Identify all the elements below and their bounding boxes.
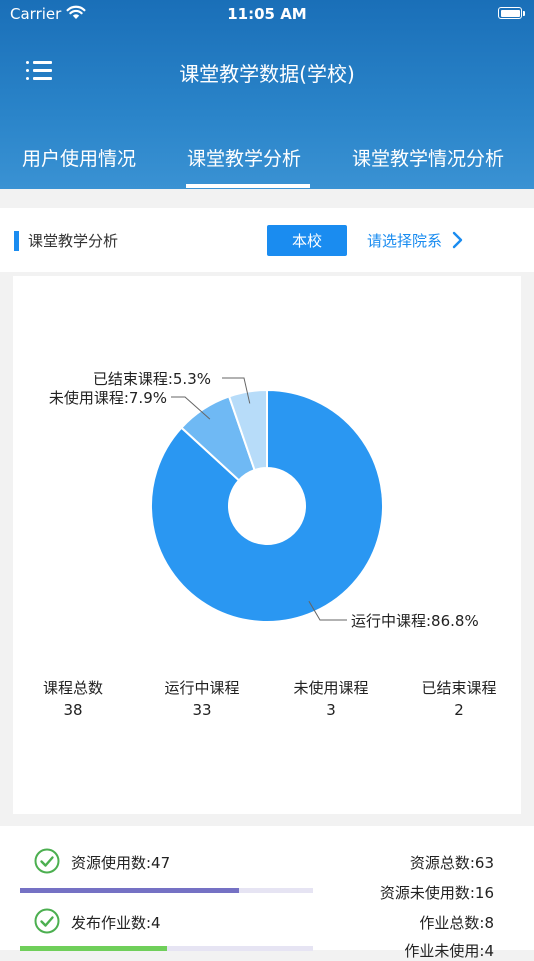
check-circle-icon (34, 908, 60, 938)
course-donut-chart: 运行中课程:86.8% 未使用课程:7.9%已结束课程:5.3% (49, 370, 479, 630)
resource-progress-bar (20, 888, 313, 893)
section-title: 课堂教学分析 (28, 232, 119, 250)
tab-user-usage[interactable]: 用户使用情况 (22, 144, 136, 171)
stat-running-courses: 运行中课程 33 (137, 677, 267, 719)
tab-classroom-situation[interactable]: 课堂教学情况分析 (352, 144, 504, 171)
homework-progress-fill (20, 946, 167, 951)
homework-progress-bar (20, 946, 313, 951)
slice-label: 运行中课程:86.8% (351, 612, 479, 630)
stat-label: 运行中课程 (164, 679, 240, 697)
battery-icon (498, 7, 525, 19)
app-header: Carrier 11:05 AM 课堂教学数据(学校) 用户使用情况 课堂教学分… (0, 0, 534, 189)
section-header: 课堂教学分析 本校 请选择院系 (0, 208, 534, 272)
resource-total-count: 资源总数:63 (409, 854, 494, 872)
active-tab-indicator (186, 184, 310, 188)
status-bar: Carrier 11:05 AM (0, 0, 534, 28)
resource-summary: 资源使用数:47 资源总数:63 资源未使用数:16 发布作业数:4 作业总数:… (0, 826, 534, 960)
chevron-right-icon[interactable] (452, 231, 464, 253)
resource-unused-count: 资源未使用数:16 (379, 884, 494, 902)
section-accent-bar (14, 231, 19, 251)
stat-label: 未使用课程 (293, 679, 369, 697)
this-school-button[interactable]: 本校 (267, 225, 347, 256)
clock: 11:05 AM (227, 5, 307, 23)
stat-value: 2 (454, 701, 464, 719)
select-department-link[interactable]: 请选择院系 (367, 230, 442, 251)
stat-value: 38 (63, 701, 83, 719)
stat-value: 33 (192, 701, 212, 719)
homework-total-count: 作业总数:8 (419, 914, 494, 932)
slice-label: 已结束课程:5.3% (93, 370, 211, 388)
stat-unused-courses: 未使用课程 3 (266, 677, 396, 719)
resource-progress-fill (20, 888, 239, 893)
stat-value: 3 (326, 701, 336, 719)
slice-label: 未使用课程:7.9% (49, 389, 167, 407)
check-circle-icon (34, 848, 60, 878)
homework-published-count: 发布作业数:4 (71, 914, 161, 932)
stat-label: 已结束课程 (421, 679, 497, 697)
stat-ended-courses: 已结束课程 2 (394, 677, 524, 719)
stat-total-courses: 课程总数 38 (8, 677, 138, 719)
stat-label: 课程总数 (42, 679, 103, 697)
page-title: 课堂教学数据(学校) (179, 62, 355, 86)
resource-used-count: 资源使用数:47 (71, 854, 171, 872)
homework-unused-count: 作业未使用:4 (404, 942, 494, 960)
course-chart-card: 运行中课程:86.8% 未使用课程:7.9% 已结束课程:5.3% 课程总数 38 … (13, 276, 521, 814)
tab-classroom-analysis[interactable]: 课堂教学分析 (187, 144, 301, 171)
